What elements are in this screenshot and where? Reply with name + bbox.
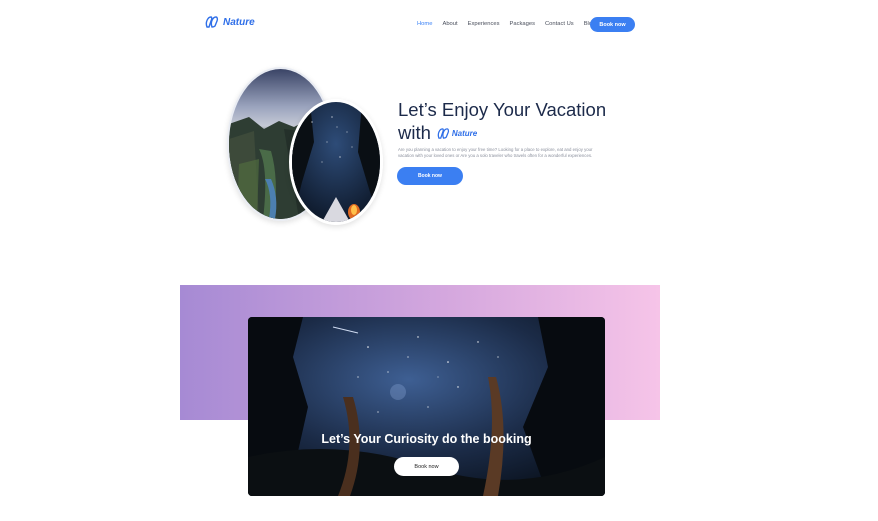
hero-book-now-button[interactable]: Book now xyxy=(397,167,463,185)
logo-text: Nature xyxy=(223,16,255,28)
main-nav: Home About Experiences Packages Contact … xyxy=(417,21,605,27)
banner-book-now-button[interactable]: Book now xyxy=(394,457,459,476)
header-book-now-button[interactable]: Book now xyxy=(590,17,635,32)
hero-description: Are you planning a vacation to enjoy you… xyxy=(398,147,593,158)
nav-contact-us[interactable]: Contact Us xyxy=(545,21,574,27)
hero-image-camping-night xyxy=(289,99,383,225)
site-logo[interactable]: Nature xyxy=(205,16,255,28)
hero-logo-text: Nature xyxy=(451,128,478,138)
nav-experiences[interactable]: Experiences xyxy=(468,21,500,27)
nav-home[interactable]: Home xyxy=(417,21,432,27)
logo-icon xyxy=(437,127,450,139)
hero-title-line2: with Nature xyxy=(398,122,477,144)
banner-title: Let’s Your Curiosity do the booking xyxy=(321,432,532,446)
nav-packages[interactable]: Packages xyxy=(510,21,535,27)
hero-inline-logo: Nature xyxy=(437,127,478,139)
logo-icon xyxy=(205,16,219,28)
nav-about[interactable]: About xyxy=(442,21,457,27)
hero-title-with: with xyxy=(398,122,431,143)
hero-title: Let’s Enjoy Your Vacation xyxy=(398,99,607,120)
